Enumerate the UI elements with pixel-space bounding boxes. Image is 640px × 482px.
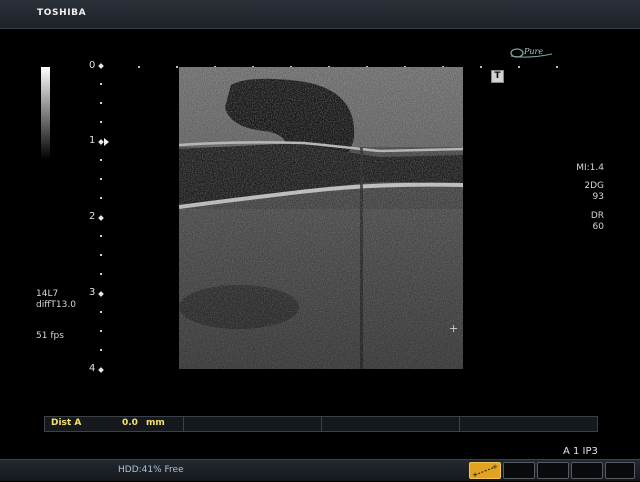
caliper-button[interactable]: + + <box>469 462 501 479</box>
measurement-bar[interactable]: Dist A 0.0 mm <box>44 416 598 432</box>
depth-label-0: 0 <box>89 60 96 71</box>
depth-dot <box>100 330 102 332</box>
focus-marker-icon[interactable] <box>104 138 109 146</box>
depth-tick <box>98 367 104 373</box>
probe-name: 14L7 <box>36 289 59 299</box>
measurement-cell <box>321 417 460 431</box>
depth-dot <box>100 311 102 313</box>
depth-label-4: 4 <box>89 363 96 374</box>
status-slot-button[interactable] <box>537 462 569 479</box>
lateral-dot <box>556 66 558 68</box>
depth-dot <box>100 178 102 180</box>
status-slot-button[interactable] <box>503 462 535 479</box>
mechanical-index: MI:1.4 <box>576 163 604 173</box>
measurement-cell <box>45 417 184 431</box>
brand-logo: TOSHIBA <box>37 8 87 18</box>
status-slot-button[interactable] <box>605 462 635 479</box>
depth-label-2: 2 <box>89 211 96 222</box>
depth-dot <box>100 349 102 351</box>
depth-fade <box>179 67 463 369</box>
lateral-dot <box>138 66 140 68</box>
depth-dot <box>100 121 102 123</box>
depth-label-1: 1 <box>89 135 96 146</box>
depth-dot <box>100 235 102 237</box>
depth-dot <box>100 159 102 161</box>
filter-setting: diffT13.0 <box>36 300 76 310</box>
hdd-status: HDD:41% Free <box>118 465 184 475</box>
probe-info: 14L7 diffT13.0 <box>36 289 76 311</box>
caliper-cursor-icon[interactable]: + <box>449 322 458 335</box>
dynamic-range-value: 60 <box>592 222 604 232</box>
depth-dot <box>100 83 102 85</box>
depth-tick <box>98 291 104 297</box>
status-slot-button[interactable] <box>571 462 603 479</box>
apure-logo-icon: Pure <box>510 47 553 58</box>
ultrasound-image[interactable] <box>179 67 463 369</box>
svg-text:+: + <box>472 471 478 478</box>
depth-dot <box>100 273 102 275</box>
lateral-dot <box>480 66 482 68</box>
mode-label: 2DG <box>584 181 604 191</box>
depth-tick <box>98 63 104 69</box>
depth-dot <box>100 102 102 104</box>
dynamic-range-label: DR <box>590 211 604 221</box>
status-bar: HDD:41% Free + + <box>0 459 640 481</box>
orientation-marker[interactable]: T <box>491 70 504 83</box>
svg-text:+: + <box>492 463 498 471</box>
preset-label: A 1 IP3 <box>563 446 598 457</box>
caliper-icon: + + <box>472 463 498 479</box>
gain-value: 93 <box>592 192 604 202</box>
frame-rate: 51 fps <box>36 331 64 341</box>
depth-scale: 0 1 2 3 4 <box>80 60 110 380</box>
depth-tick <box>98 215 104 221</box>
apure-logo-text: Pure <box>523 47 543 56</box>
depth-dot <box>100 254 102 256</box>
depth-dot <box>100 197 102 199</box>
depth-label-3: 3 <box>89 287 96 298</box>
lateral-dot <box>176 66 178 68</box>
measurement-cell <box>183 417 322 431</box>
lateral-dot <box>518 66 520 68</box>
grayscale-bar <box>41 67 50 159</box>
title-bar: TOSHIBA <box>0 0 640 29</box>
depth-tick <box>98 139 104 145</box>
